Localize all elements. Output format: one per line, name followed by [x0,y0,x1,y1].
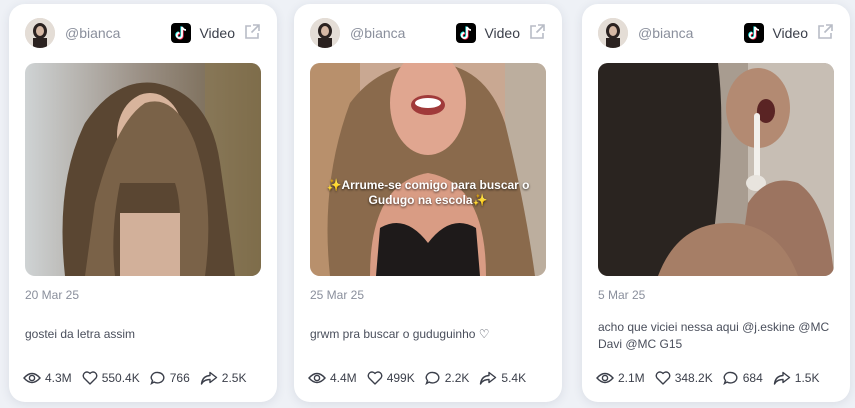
comments-count: 2.2K [444,371,470,385]
shares-count: 1.5K [794,371,820,385]
share-icon [200,371,217,385]
shares-stat: 5.4K [479,371,526,385]
post-date: 20 Mar 25 [25,288,80,302]
video-thumbnail[interactable] [598,63,834,276]
shares-count: 2.5K [221,371,247,385]
stats-row: 4.4M 499K 2.2K 5.4K [308,371,536,385]
card-header: @bianca Video [9,18,277,50]
stats-row: 4.3M 550.4K 766 2.5K [23,371,256,385]
comment-icon [424,371,440,385]
post-date: 5 Mar 25 [598,288,646,302]
stats-row: 2.1M 348.2K 684 1.5K [596,371,829,385]
author-handle[interactable]: @bianca [350,25,405,41]
views-count: 4.4M [330,371,357,385]
author-handle[interactable]: @bianca [638,25,693,41]
platform-badge: Video [744,22,808,44]
eye-icon [23,372,41,384]
heart-icon [367,371,383,385]
views-count: 2.1M [618,371,645,385]
platform-badge: Video [171,22,235,44]
likes-count: 499K [386,371,415,385]
tiktok-icon [171,23,192,43]
tiktok-icon [456,23,477,43]
comments-count: 684 [742,371,763,385]
comments-stat: 684 [722,371,763,385]
views-count: 4.3M [45,371,72,385]
card-header: @bianca Video [582,18,850,50]
eye-icon [596,372,614,384]
likes-stat: 550.4K [82,371,140,385]
comments-stat: 2.2K [424,371,470,385]
platform-label: Video [772,25,808,41]
shares-stat: 2.5K [200,371,247,385]
platform-badge: Video [456,22,520,44]
eye-icon [308,372,326,384]
external-link-icon[interactable] [528,23,546,41]
avatar[interactable] [25,18,55,48]
external-link-icon[interactable] [816,23,834,41]
comment-icon [722,371,738,385]
post-card[interactable]: @bianca Video 5 Mar 25 acho que viciei n… [582,4,850,402]
heart-icon [82,371,98,385]
avatar[interactable] [598,18,628,48]
post-date: 25 Mar 25 [310,288,365,302]
comments-stat: 766 [149,371,190,385]
platform-label: Video [484,25,520,41]
heart-icon [655,371,671,385]
share-icon [480,371,497,385]
video-thumbnail[interactable] [25,63,261,276]
video-overlay-text: ✨Arrume-se comigo para buscar o Gudugo n… [326,178,530,207]
author-handle[interactable]: @bianca [65,25,120,41]
likes-stat: 348.2K [655,371,713,385]
shares-count: 5.4K [501,371,527,385]
share-icon [773,371,790,385]
post-card[interactable]: @bianca Video 20 Mar 25 gostei da letra … [9,4,277,402]
post-description: grwm pra buscar o guduguinho ♡ [310,327,490,341]
card-header: @bianca Video [294,18,562,50]
platform-label: Video [199,25,235,41]
external-link-icon[interactable] [243,23,261,41]
comment-icon [149,371,165,385]
views-stat: 4.3M [23,371,72,385]
avatar[interactable] [310,18,340,48]
likes-count: 348.2K [674,371,713,385]
comments-count: 766 [169,371,190,385]
views-stat: 4.4M [308,371,357,385]
tiktok-icon [744,23,765,43]
likes-stat: 499K [367,371,415,385]
post-description: gostei da letra assim [25,327,136,341]
shares-stat: 1.5K [773,371,820,385]
post-description: acho que viciei nessa aqui @j.eskine @MC… [598,320,830,351]
video-thumbnail[interactable]: ✨Arrume-se comigo para buscar o Gudugo n… [310,63,546,276]
likes-count: 550.4K [101,371,140,385]
views-stat: 2.1M [596,371,645,385]
post-card[interactable]: @bianca Video ✨Arrume-se comigo para bus… [294,4,562,402]
